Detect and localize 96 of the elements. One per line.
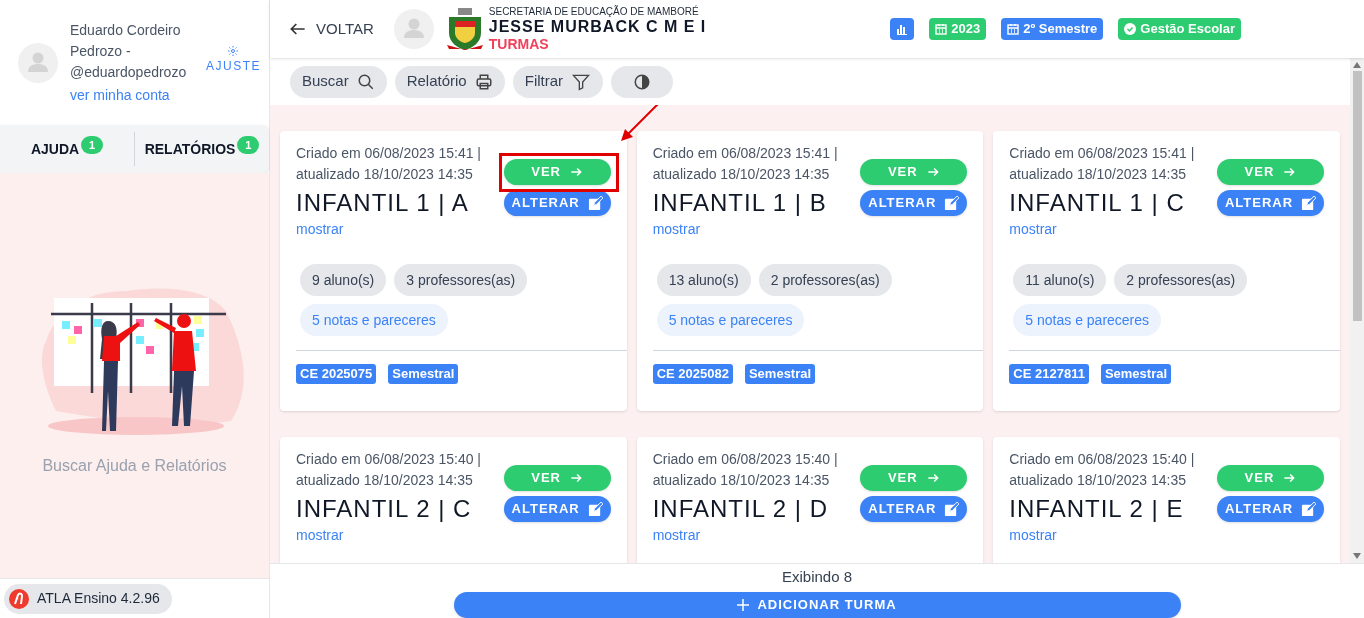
class-title: INFANTIL 1 | B	[652, 188, 828, 218]
view-button[interactable]: VER	[1217, 159, 1324, 185]
count-badge: 1	[237, 136, 260, 154]
avatar-icon	[393, 9, 434, 49]
date-text: Criado em 06/08/2023 15:41 | atualizado 18/10/2023 14:35	[1009, 144, 1195, 184]
result-count: Exibindo 8	[781, 567, 853, 587]
edit-icon	[587, 501, 603, 517]
show-link[interactable]: mostrar	[1009, 219, 1057, 240]
status-chip[interactable]: Gestão Escolar	[1118, 18, 1241, 40]
status-chip[interactable]: 2023	[929, 18, 987, 40]
arrow-right-icon	[925, 165, 940, 179]
show-link[interactable]: mostrar	[296, 219, 344, 240]
class-title: INFANTIL 2 | D	[652, 494, 830, 524]
view-button[interactable]: VER	[503, 159, 611, 185]
version-badge: ATLA Ensino 4.2.96	[4, 583, 172, 614]
class-title: INFANTIL 1 | A	[296, 188, 470, 218]
search-icon	[356, 72, 375, 91]
contrast-icon	[633, 72, 652, 91]
toolbar-button[interactable]: Filtrar	[512, 65, 604, 98]
date-text: Criado em 06/08/2023 15:40 | atualizado 18/10/2023 14:35	[296, 450, 481, 490]
arrow-right-icon	[1282, 471, 1297, 485]
tag: CE 2025082	[652, 364, 733, 384]
stat-pill: 13 aluno(s)	[656, 264, 751, 296]
notes-pill: 5 notas e pareceres	[656, 304, 805, 336]
show-link[interactable]: mostrar	[296, 525, 344, 546]
edit-icon	[944, 195, 960, 211]
logo-icon	[9, 588, 29, 609]
class-title: INFANTIL 2 | E	[1009, 494, 1185, 524]
page-title: TURMAS	[488, 37, 550, 51]
show-link[interactable]: mostrar	[652, 525, 701, 546]
arrow-right-icon	[925, 471, 940, 485]
calendar-icon	[935, 23, 948, 35]
edit-button[interactable]: ALTERAR	[503, 190, 611, 216]
school-name: JESSE MURBACK C M E I	[488, 19, 707, 35]
edit-icon	[1301, 501, 1317, 517]
edit-button[interactable]: ALTERAR	[1217, 190, 1324, 216]
edit-icon	[944, 501, 960, 517]
edit-button[interactable]: ALTERAR	[503, 496, 611, 522]
stat-pill: 2 professores(as)	[1114, 264, 1248, 296]
avatar-icon	[18, 42, 58, 83]
settings-button[interactable]: AJUSTE	[206, 44, 261, 75]
class-title: INFANTIL 2 | C	[296, 494, 473, 524]
toolbar-button[interactable]: Buscar	[290, 65, 387, 98]
tag: CE 2025075	[296, 364, 377, 384]
edit-button[interactable]: ALTERAR	[1217, 496, 1324, 522]
tag: Semestral	[1100, 364, 1172, 384]
edit-icon	[1301, 195, 1317, 211]
user-name: Eduardo Cordeiro Pedrozo - @eduardopedrozo	[70, 20, 188, 82]
stat-pill: 11 aluno(s)	[1013, 264, 1107, 296]
status-chip[interactable]: 2º Semestre	[1001, 18, 1104, 40]
empty-state-text: Buscar Ajuda e Relatórios	[42, 456, 227, 476]
scroll-down-icon[interactable]	[1353, 553, 1361, 559]
date-text: Criado em 06/08/2023 15:41 | atualizado 18/10/2023 14:35	[652, 144, 838, 184]
back-button[interactable]: VOLTAR	[288, 17, 374, 41]
arrow-right-icon	[569, 165, 583, 179]
crest-icon	[444, 7, 485, 51]
date-text: Criado em 06/08/2023 15:41 | atualizado 18/10/2023 14:35	[296, 144, 481, 184]
class-title: INFANTIL 1 | C	[1009, 188, 1186, 218]
edit-icon	[587, 195, 603, 211]
tag: Semestral	[744, 364, 816, 384]
plus-icon	[737, 598, 750, 611]
show-link[interactable]: mostrar	[1009, 525, 1057, 546]
toolbar-button[interactable]: Relatório	[394, 65, 505, 98]
show-link[interactable]: mostrar	[652, 219, 701, 240]
tag: CE 2127811	[1009, 364, 1089, 384]
edit-button[interactable]: ALTERAR	[860, 496, 968, 522]
tag: Semestral	[388, 364, 459, 384]
add-class-button[interactable]: ADICIONAR TURMA	[453, 591, 1181, 618]
notes-pill: 5 notas e pareceres	[1013, 304, 1162, 336]
date-text: Criado em 06/08/2023 15:40 | atualizado 18/10/2023 14:35	[652, 450, 838, 490]
scrollbar[interactable]	[1350, 58, 1364, 563]
stat-pill: 3 professores(as)	[394, 264, 528, 296]
view-button[interactable]: VER	[860, 465, 968, 491]
calendar-icon	[1007, 23, 1020, 35]
arrow-right-icon	[1282, 165, 1297, 179]
printer-icon	[474, 72, 493, 91]
contrast-button[interactable]	[611, 65, 674, 98]
settings-icon	[227, 44, 240, 57]
department-text: SECRETARIA DE EDUCAÇÃO DE MAMBORÉ	[488, 7, 700, 17]
arrow-right-icon	[569, 471, 583, 485]
status-chip[interactable]	[890, 18, 915, 40]
stat-pill: 2 professores(as)	[758, 264, 892, 296]
bar-chart-icon	[896, 23, 909, 35]
sidebar-tab[interactable]: RELATÓRIOS 1	[135, 125, 269, 173]
sidebar-tab[interactable]: AJUDA 1	[0, 125, 134, 173]
view-button[interactable]: VER	[860, 159, 968, 185]
view-button[interactable]: VER	[1217, 465, 1324, 491]
notes-pill: 5 notas e pareceres	[300, 304, 448, 336]
check-circle-icon	[1124, 23, 1137, 35]
scroll-up-icon[interactable]	[1353, 62, 1361, 68]
date-text: Criado em 06/08/2023 15:40 | atualizado 18/10/2023 14:35	[1009, 450, 1195, 490]
count-badge: 1	[81, 136, 104, 154]
account-link[interactable]: ver minha conta	[70, 84, 194, 106]
stat-pill: 9 aluno(s)	[300, 264, 387, 296]
view-button[interactable]: VER	[503, 465, 611, 491]
edit-button[interactable]: ALTERAR	[860, 190, 968, 216]
